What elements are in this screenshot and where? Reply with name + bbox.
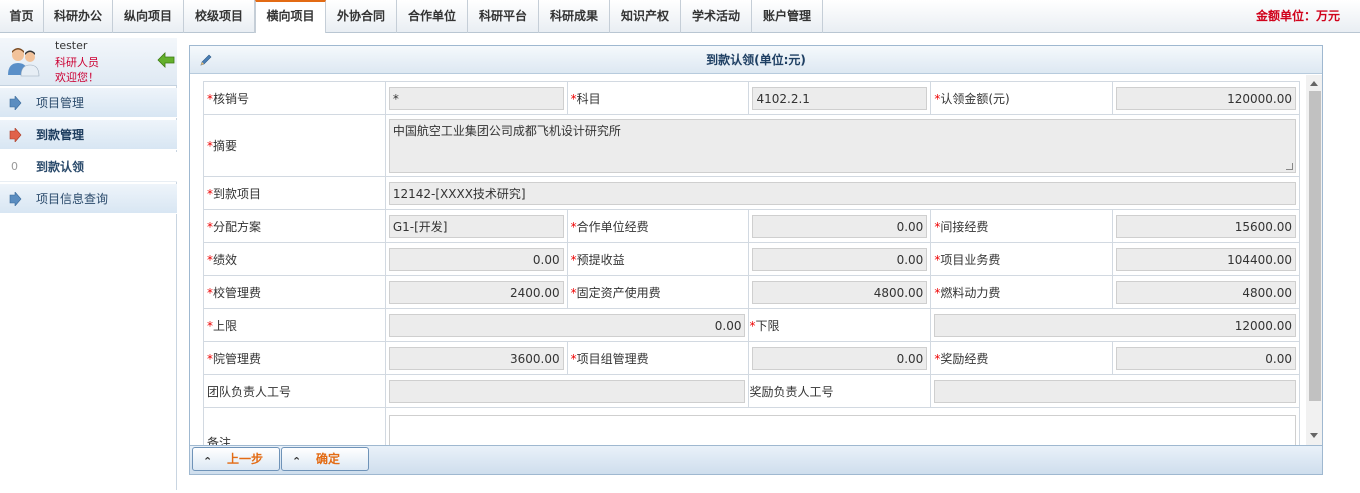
tab-horizontal-projects[interactable]: 横向项目: [255, 0, 326, 33]
sidebar-item-label: 项目信息查询: [36, 192, 109, 206]
project-business-fee-field[interactable]: 104400.00: [1116, 247, 1296, 271]
tab-school-projects[interactable]: 校级项目: [184, 0, 255, 33]
partner-funding-field[interactable]: 0.00: [752, 214, 928, 238]
field-label: *固定资产使用费: [566, 275, 750, 309]
welcome-text: 欢迎您！: [55, 71, 99, 84]
amount-unit-label: 金额单位：万元: [1255, 9, 1340, 23]
summary-textarea[interactable]: 中国航空工业集团公司成都飞机设计研究所: [388, 118, 1296, 173]
scroll-down-icon[interactable]: [1310, 433, 1318, 438]
scroll-thumb[interactable]: [1309, 91, 1321, 401]
field-label: *项目业务费: [930, 242, 1114, 276]
field-label: *间接经费: [930, 209, 1114, 243]
user-box: tester 科研人员 欢迎您！: [0, 38, 177, 86]
field-label: *奖励经费: [930, 341, 1114, 375]
sub-item-badge: 0: [11, 160, 18, 173]
reward-funding-field[interactable]: 0.00: [1116, 346, 1296, 370]
field-label: 团队负责人工号: [203, 374, 386, 408]
field-label: *科目: [566, 81, 750, 115]
tab-research-office[interactable]: 科研办公: [44, 0, 113, 33]
fixed-asset-fee-field[interactable]: 4800.00: [752, 280, 928, 304]
team-management-fee-field[interactable]: 0.00: [752, 346, 928, 370]
indirect-funding-field[interactable]: 15600.00: [1116, 214, 1296, 238]
chevron-up-icon: ⌃: [203, 455, 213, 468]
accrued-income-field[interactable]: 0.00: [752, 247, 928, 271]
sidebar-item-label: 到款认领: [36, 160, 85, 174]
panel-header: 到款认领(单位:元): [190, 46, 1322, 74]
field-label: *绩效: [203, 242, 386, 276]
field-label: 备注: [203, 407, 386, 445]
prev-step-button[interactable]: ⌃ 上一步: [192, 447, 280, 471]
scroll-up-icon[interactable]: [1310, 81, 1318, 86]
institute-management-fee-field[interactable]: 3600.00: [388, 346, 564, 370]
field-label: *燃料动力费: [930, 275, 1114, 309]
field-label: *上限: [203, 308, 386, 342]
form-area: *核销号 * *科目 4102.2.1 *认领金额(元) 120000.00 *…: [190, 75, 1308, 445]
sidebar-item-project-management[interactable]: 项目管理: [0, 88, 177, 118]
sidebar-item-project-info-query[interactable]: 项目信息查询: [0, 184, 177, 214]
field-label: *预提收益: [566, 242, 750, 276]
field-label: *核销号: [203, 81, 386, 115]
payment-project-field[interactable]: 12142-[XXXX技术研究]: [388, 181, 1296, 205]
sidebar-item-label: 到款管理: [36, 128, 85, 142]
button-bar: ⌃ 上一步 ⌃ 确定: [190, 445, 1322, 474]
tab-research-results[interactable]: 科研成果: [539, 0, 610, 33]
arrow-right-icon: [9, 96, 22, 110]
sidebar: tester 科研人员 欢迎您！ 项目管理 到款管理 0 到款认领 项目信息查询: [0, 38, 177, 490]
user-avatar-icon: [8, 48, 40, 77]
field-label: *校管理费: [203, 275, 386, 309]
field-label: *合作单位经费: [566, 209, 750, 243]
tab-academic-activities[interactable]: 学术活动: [681, 0, 752, 33]
field-label: *到款项目: [203, 176, 386, 210]
lower-limit-field[interactable]: 12000.00: [934, 313, 1296, 337]
user-name: tester: [55, 39, 88, 52]
tab-research-platform[interactable]: 科研平台: [468, 0, 539, 33]
tab-intellectual-property[interactable]: 知识产权: [610, 0, 681, 33]
field-label: *项目组管理费: [566, 341, 750, 375]
vertical-scrollbar[interactable]: [1306, 75, 1322, 445]
field-label: *认领金额(元): [930, 81, 1114, 115]
sidebar-subitem-payment-claim[interactable]: 0 到款认领: [0, 152, 177, 182]
tab-account-management[interactable]: 账户管理: [752, 0, 823, 33]
tab-partner-units[interactable]: 合作单位: [397, 0, 468, 33]
field-label: *下限: [748, 308, 932, 342]
subject-field[interactable]: 4102.2.1: [752, 86, 928, 110]
sidebar-item-label: 项目管理: [36, 96, 85, 110]
confirm-button[interactable]: ⌃ 确定: [281, 447, 369, 471]
performance-field[interactable]: 0.00: [388, 247, 564, 271]
tab-outsourcing-contracts[interactable]: 外协合同: [326, 0, 397, 33]
chevron-up-icon: ⌃: [292, 455, 302, 468]
arrow-right-icon: [9, 192, 22, 206]
field-label: 奖励负责人工号: [748, 374, 932, 408]
writeoff-number-field[interactable]: *: [388, 86, 564, 110]
fuel-power-fee-field[interactable]: 4800.00: [1116, 280, 1296, 304]
tab-vertical-projects[interactable]: 纵向项目: [113, 0, 184, 33]
user-role: 科研人员: [55, 56, 99, 69]
field-label: *摘要: [203, 114, 386, 177]
remark-textarea[interactable]: [388, 414, 1296, 445]
top-nav: 首页 科研办公 纵向项目 校级项目 横向项目 外协合同 合作单位 科研平台 科研…: [0, 0, 1360, 33]
back-arrow-icon[interactable]: [157, 52, 175, 68]
arrow-right-icon: [9, 128, 22, 142]
allocation-plan-field[interactable]: G1-[开发]: [388, 214, 564, 238]
payment-claim-panel: 到款认领(单位:元) *核销号 * *科目 4102.2.1 *认领金额(元) …: [189, 45, 1323, 475]
claim-form: *核销号 * *科目 4102.2.1 *认领金额(元) 120000.00 *…: [203, 81, 1301, 445]
team-leader-id-field[interactable]: [388, 379, 746, 403]
panel-title: 到款认领(单位:元): [706, 53, 806, 67]
field-label: *院管理费: [203, 341, 386, 375]
school-management-fee-field[interactable]: 2400.00: [388, 280, 564, 304]
reward-leader-id-field[interactable]: [934, 379, 1296, 403]
upper-limit-field[interactable]: 0.00: [388, 313, 746, 337]
claim-amount-field[interactable]: 120000.00: [1116, 86, 1296, 110]
tab-home[interactable]: 首页: [0, 0, 44, 33]
field-label: *分配方案: [203, 209, 386, 243]
sidebar-item-payment-management[interactable]: 到款管理: [0, 120, 177, 150]
resize-handle-icon[interactable]: [1286, 162, 1293, 170]
